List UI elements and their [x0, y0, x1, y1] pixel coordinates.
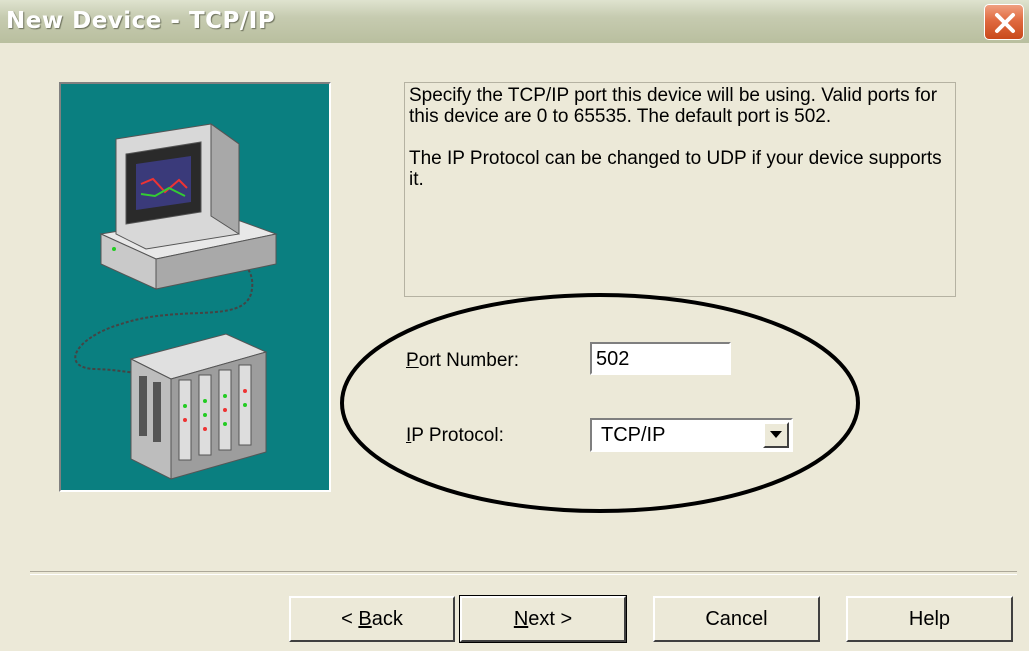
help-button[interactable]: Help	[846, 596, 1013, 642]
window-title: New Device - TCP/IP	[6, 8, 276, 34]
title-bar: New Device - TCP/IP	[0, 0, 1029, 43]
ip-protocol-select[interactable]: TCP/IP	[590, 418, 793, 452]
close-button[interactable]	[984, 4, 1024, 40]
description-box: Specify the TCP/IP port this device will…	[404, 82, 956, 297]
cancel-button[interactable]: Cancel	[653, 596, 820, 642]
ip-protocol-label: IP Protocol:	[406, 425, 504, 446]
port-number-input[interactable]: 502	[590, 342, 731, 375]
chevron-down-icon	[770, 431, 782, 438]
description-paragraph-2: The IP Protocol can be changed to UDP if…	[409, 148, 942, 190]
ip-protocol-value: TCP/IP	[601, 424, 666, 446]
next-button[interactable]: Next >	[459, 595, 627, 643]
divider	[30, 571, 1017, 575]
back-button[interactable]: < Back	[289, 596, 455, 642]
close-icon	[995, 13, 1015, 33]
description-paragraph-1: Specify the TCP/IP port this device will…	[409, 85, 938, 127]
dropdown-button[interactable]	[763, 422, 789, 448]
computer-device-illustration	[59, 82, 331, 492]
highlight-ellipse	[340, 293, 860, 513]
port-number-label: Port Number:	[406, 350, 519, 371]
